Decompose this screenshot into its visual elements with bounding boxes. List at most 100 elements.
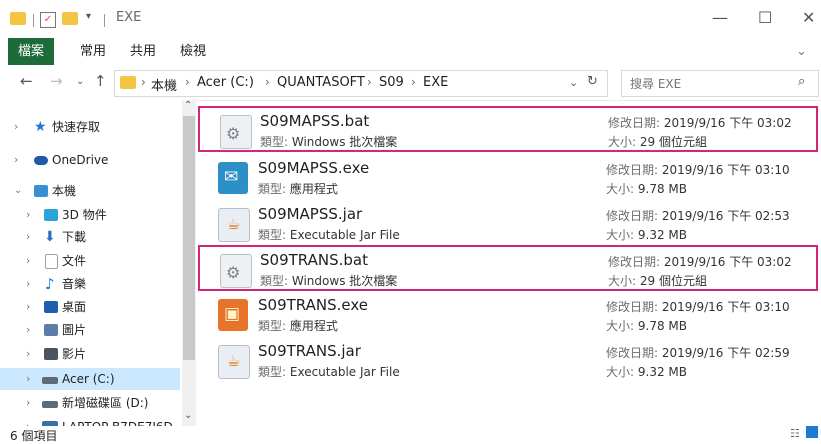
tab-home[interactable]: 常用: [80, 38, 106, 65]
nav-scrollbar-thumb[interactable]: [183, 116, 195, 360]
chevron-right-icon[interactable]: ›: [26, 416, 30, 426]
type-key: 類型:: [258, 365, 287, 379]
chevron-right-icon[interactable]: ›: [26, 392, 30, 414]
file-name[interactable]: S09TRANS.bat: [260, 251, 368, 269]
search-input[interactable]: [628, 74, 792, 93]
close-button[interactable]: ✕: [802, 8, 815, 27]
status-bar: 6 個項目 ☷: [0, 426, 821, 443]
file-date: 修改日期: 2019/9/16 下午 02:53: [606, 207, 790, 224]
breadcrumb-s09[interactable]: S09: [379, 75, 404, 90]
scroll-up-icon[interactable]: ⌃: [184, 100, 192, 111]
sidebar-item-music[interactable]: › ♪ 音樂: [0, 273, 180, 295]
new-folder-icon[interactable]: [62, 12, 78, 25]
properties-check-icon[interactable]: ✓: [40, 12, 56, 28]
tiles-view-icon[interactable]: [806, 426, 818, 438]
size-key: 大小:: [606, 228, 635, 242]
refresh-icon[interactable]: ↻: [587, 74, 598, 89]
sidebar-item-desktop[interactable]: › 桌面: [0, 296, 180, 318]
file-item-s09trans-bat[interactable]: ⚙ S09TRANS.bat 類型: Windows 批次檔案 修改日期: 20…: [198, 245, 818, 291]
maximize-button[interactable]: ☐: [758, 8, 772, 27]
tab-file[interactable]: 檔案: [8, 38, 55, 65]
breadcrumb-exe[interactable]: EXE: [423, 75, 448, 90]
cube-icon: [44, 209, 58, 221]
file-name[interactable]: S09TRANS.jar: [258, 342, 361, 360]
chevron-right-icon[interactable]: ›: [26, 226, 30, 248]
tab-share[interactable]: 共用: [130, 38, 156, 65]
tab-view[interactable]: 檢視: [180, 38, 206, 65]
details-view-icon[interactable]: ☷: [790, 427, 800, 440]
file-name[interactable]: S09MAPSS.bat: [260, 112, 369, 130]
type-key: 類型:: [258, 319, 287, 333]
sidebar-item-label: 新增磁碟區 (D:): [62, 396, 149, 410]
file-size: 大小: 9.78 MB: [606, 317, 687, 334]
size-value: 9.32 MB: [637, 228, 687, 242]
sidebar-item-network-pc[interactable]: › LAPTOP-B7DE7I6D: [0, 416, 180, 426]
chevron-right-icon[interactable]: ›: [26, 343, 30, 365]
computer-icon: [34, 185, 48, 197]
file-type: 類型: Executable Jar File: [258, 226, 400, 243]
breadcrumb-drive-c[interactable]: Acer (C:): [197, 75, 254, 90]
chevron-right-icon[interactable]: ›: [26, 319, 30, 341]
date-value: 2019/9/16 下午 03:02: [663, 116, 792, 130]
star-icon: ★: [34, 119, 47, 135]
sidebar-item-documents[interactable]: › 文件: [0, 250, 180, 272]
chevron-right-icon[interactable]: ›: [14, 116, 18, 138]
size-value: 9.78 MB: [637, 319, 687, 333]
chevron-down-icon[interactable]: ⌄: [796, 38, 807, 65]
sidebar-item-pictures[interactable]: › 圖片: [0, 319, 180, 341]
size-value: 9.32 MB: [637, 365, 687, 379]
sidebar-item-label: 下載: [62, 230, 87, 244]
file-item-s09mapss-exe[interactable]: ✉ S09MAPSS.exe 類型: 應用程式 修改日期: 2019/9/16 …: [198, 155, 818, 201]
sidebar-item-3d-objects[interactable]: › 3D 物件: [0, 204, 180, 226]
sidebar-item-drive-d[interactable]: › 新增磁碟區 (D:): [0, 392, 180, 414]
file-item-s09trans-jar[interactable]: ☕ S09TRANS.jar 類型: Executable Jar File 修…: [198, 338, 818, 384]
chevron-right-icon[interactable]: ›: [26, 296, 30, 318]
breadcrumb-quantasoft[interactable]: QUANTASOFT: [277, 75, 365, 90]
address-bar[interactable]: › 本機 › Acer (C:) › QUANTASOFT › S09 › EX…: [114, 70, 608, 97]
file-name[interactable]: S09MAPSS.jar: [258, 205, 362, 223]
sidebar-item-quick-access[interactable]: › ★ 快速存取: [0, 116, 180, 138]
forward-arrow-icon[interactable]: →: [50, 72, 63, 90]
minimize-button[interactable]: —: [712, 8, 728, 27]
file-name[interactable]: S09TRANS.exe: [258, 296, 368, 314]
sidebar-item-downloads[interactable]: › ⬇ 下載: [0, 226, 180, 248]
up-arrow-icon[interactable]: ↑: [94, 72, 107, 90]
file-size: 大小: 29 個位元組: [608, 133, 707, 150]
app-exe-icon: ✉: [218, 162, 248, 194]
sidebar-item-label: 圖片: [62, 323, 87, 337]
search-icon[interactable]: ⌕: [798, 74, 805, 89]
file-item-s09mapss-bat[interactable]: ⚙ S09MAPSS.bat 類型: Windows 批次檔案 修改日期: 20…: [198, 106, 818, 152]
chevron-right-icon[interactable]: ›: [26, 368, 30, 390]
chevron-right-icon[interactable]: ›: [26, 250, 30, 272]
date-key: 修改日期:: [608, 255, 661, 269]
type-value: Executable Jar File: [289, 228, 400, 242]
back-arrow-icon[interactable]: ←: [20, 72, 33, 90]
type-value: Executable Jar File: [289, 365, 400, 379]
file-item-s09mapss-jar[interactable]: ☕ S09MAPSS.jar 類型: Executable Jar File 修…: [198, 201, 818, 247]
sidebar-item-acer-c[interactable]: › Acer (C:): [0, 368, 180, 390]
address-dropdown-icon[interactable]: ⌄: [569, 76, 578, 89]
quick-access-dropdown-icon[interactable]: ▾: [86, 11, 91, 27]
type-key: 類型:: [258, 182, 287, 196]
breadcrumb-separator: ›: [265, 75, 270, 89]
scroll-down-icon[interactable]: ⌄: [184, 410, 192, 421]
chevron-right-icon[interactable]: ›: [26, 204, 30, 226]
chevron-right-icon[interactable]: ›: [14, 149, 18, 171]
sidebar-item-this-pc[interactable]: ⌄ 本機: [0, 180, 180, 202]
size-key: 大小:: [608, 135, 637, 149]
type-value: Windows 批次檔案: [291, 274, 398, 288]
sidebar-item-onedrive[interactable]: › OneDrive: [0, 149, 180, 171]
sidebar-item-videos[interactable]: › 影片: [0, 343, 180, 365]
file-item-s09trans-exe[interactable]: ▣ S09TRANS.exe 類型: 應用程式 修改日期: 2019/9/16 …: [198, 292, 818, 338]
chevron-down-icon[interactable]: ⌄: [14, 180, 22, 202]
breadcrumb-this-pc[interactable]: 本機: [151, 75, 177, 94]
sidebar-item-label: 3D 物件: [62, 208, 107, 222]
chevron-right-icon[interactable]: ›: [26, 273, 30, 295]
recent-dropdown-icon[interactable]: ⌄: [76, 76, 84, 87]
search-box[interactable]: ⌕: [621, 70, 819, 97]
breadcrumb-separator: ›: [411, 75, 416, 89]
sidebar-item-label: 影片: [62, 347, 87, 361]
sidebar-item-label: LAPTOP-B7DE7I6D: [62, 416, 173, 426]
size-value: 29 個位元組: [639, 274, 707, 288]
file-name[interactable]: S09MAPSS.exe: [258, 159, 369, 177]
